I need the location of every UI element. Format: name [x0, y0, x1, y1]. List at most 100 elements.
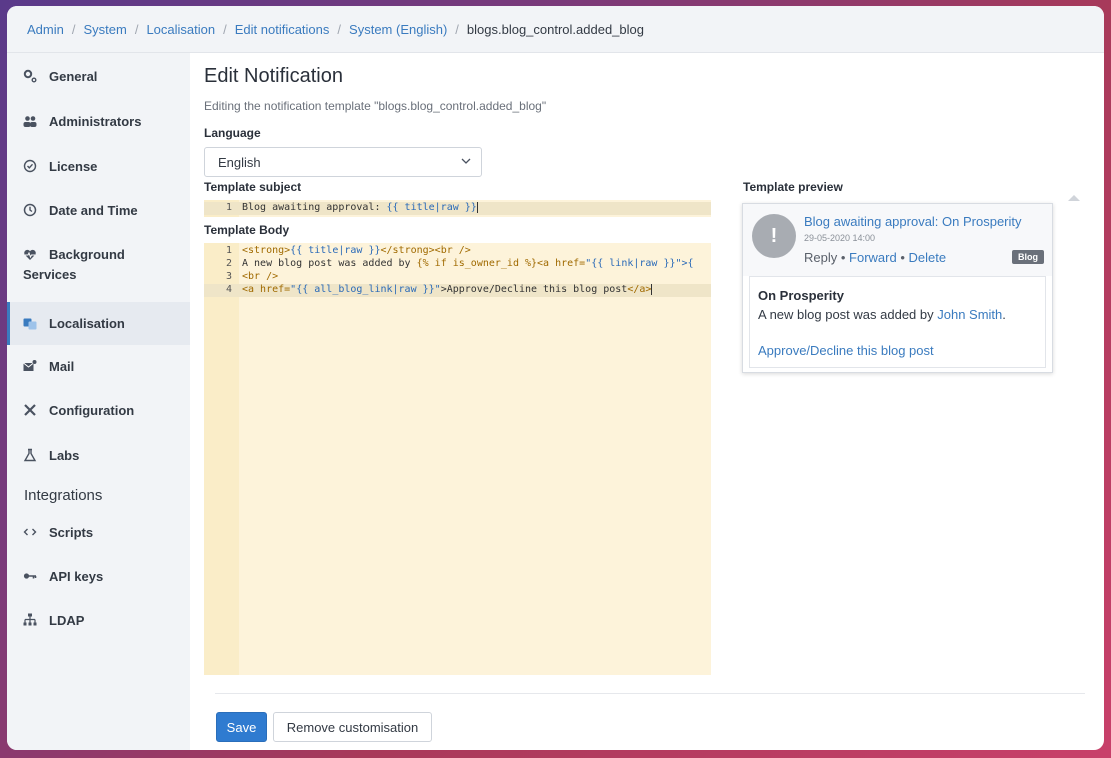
sidebar-item-label-line2: Services [23, 267, 77, 282]
sidebar-item-label: License [49, 159, 98, 174]
sidebar-item-configuration[interactable]: Configuration [7, 403, 190, 425]
users-icon [23, 114, 37, 128]
sidebar-item-ldap[interactable]: LDAP [7, 613, 190, 635]
sidebar-item-license[interactable]: License [7, 159, 190, 181]
sidebar-item-localisation[interactable]: Localisation [7, 302, 190, 345]
code-line: 2 A new blog post was added by {% if is_… [204, 258, 711, 271]
flask-icon [23, 448, 37, 462]
mail-icon [23, 359, 37, 373]
sidebar-item-date-and-time[interactable]: Date and Time [7, 203, 190, 225]
breadcrumb-separator: / [134, 21, 139, 37]
remove-customisation-button[interactable]: Remove customisation [273, 712, 432, 742]
breadcrumb-separator: / [223, 21, 227, 37]
line-number: 4 [225, 284, 232, 295]
preview-delete-link[interactable]: Delete [909, 250, 947, 265]
breadcrumb-edit-notifications[interactable]: Edit notifications [235, 22, 330, 37]
breadcrumb-localisation[interactable]: Localisation [146, 22, 215, 37]
separator-dot: • [896, 250, 909, 265]
language-label: Language [204, 126, 261, 140]
alert-avatar-icon: ! [752, 214, 796, 258]
code-line-text: <br /> [242, 271, 279, 282]
breadcrumb-separator: / [455, 21, 459, 37]
sidebar-item-label: API keys [49, 569, 104, 584]
breadcrumb: Admin / System / Localisation / Edit not… [7, 6, 1104, 53]
template-body-label: Template Body [204, 223, 290, 237]
line-number: 2 [225, 258, 232, 269]
code-line-text: <strong>{{ title|raw }}</strong><br /> [242, 245, 471, 256]
code-line: 3 <br /> [204, 271, 711, 284]
heartbeat-icon [23, 248, 37, 262]
template-preview-label: Template preview [743, 180, 843, 194]
code-line-text: A new blog post was added by {% if is_ow… [242, 258, 694, 269]
tools-icon [23, 403, 37, 417]
preview-title-link[interactable]: Blog awaiting approval: On Prosperity [804, 214, 1022, 229]
chevron-down-icon [461, 158, 471, 164]
sidebar-item-label: Administrators [49, 114, 142, 129]
preview-forward-link[interactable]: Forward [849, 250, 897, 265]
preview-reply[interactable]: Reply [804, 250, 837, 265]
line-number: 1 [225, 245, 232, 256]
sitemap-icon [23, 613, 37, 627]
preview-body: On Prosperity A new blog post was added … [749, 276, 1046, 368]
sidebar-item-label: Mail [49, 359, 75, 374]
preview-actions: Reply • Forward • Delete [804, 250, 946, 265]
code-line-text: Blog awaiting approval: {{ title|raw }} [242, 202, 478, 213]
preview-date: 29-05-2020 14:00 [804, 233, 876, 243]
clock-icon [23, 203, 37, 217]
preview-approve-link[interactable]: Approve/Decline this blog post [758, 343, 934, 358]
sidebar-heading-integrations: Integrations [24, 487, 103, 504]
notification-preview: ! Blog awaiting approval: On Prosperity … [742, 203, 1053, 373]
page-title: Edit Notification [204, 65, 343, 87]
code-icon [23, 525, 37, 539]
sidebar-item-label: Labs [49, 448, 80, 463]
language-select[interactable]: English [204, 147, 482, 177]
line-number: 1 [225, 202, 232, 213]
breadcrumb-system-english[interactable]: System (English) [349, 22, 447, 37]
sidebar: General Administrators License Date and … [7, 53, 190, 750]
code-line: 4 <a href="{{ all_blog_link|raw }}">Appr… [204, 284, 711, 297]
code-line: 1 Blog awaiting approval: {{ title|raw }… [204, 202, 711, 215]
sidebar-item-administrators[interactable]: Administrators [7, 114, 190, 136]
divider [215, 693, 1085, 694]
preview-body-title: On Prosperity [758, 288, 844, 303]
language-icon [23, 317, 37, 331]
line-number: 3 [225, 271, 232, 282]
sidebar-item-label: Localisation [49, 316, 125, 331]
sidebar-item-api-keys[interactable]: API keys [7, 569, 190, 591]
preview-author-link[interactable]: John Smith [937, 307, 1002, 322]
sidebar-item-background-services[interactable]: Background Services [7, 247, 190, 287]
template-subject-editor[interactable]: 1 Blog awaiting approval: {{ title|raw }… [204, 200, 711, 217]
sidebar-item-label: General [49, 69, 98, 84]
sidebar-item-label: Background [49, 247, 125, 262]
preview-header: ! Blog awaiting approval: On Prosperity … [743, 204, 1052, 276]
blog-badge: Blog [1012, 250, 1044, 264]
sidebar-item-label: Date and Time [49, 203, 138, 218]
app-window: Admin / System / Localisation / Edit not… [7, 6, 1104, 750]
breadcrumb-system[interactable]: System [83, 22, 126, 37]
badge-icon [23, 159, 37, 173]
scroll-up-arrow-icon[interactable] [1068, 195, 1080, 201]
breadcrumb-separator: / [337, 21, 342, 37]
main-content: Edit Notification Editing the notificati… [190, 53, 1104, 750]
breadcrumb-separator: / [71, 21, 76, 37]
code-line-text: <a href="{{ all_blog_link|raw }}">Approv… [242, 284, 653, 295]
save-button[interactable]: Save [216, 712, 267, 742]
preview-body-text: A new blog post was added by John Smith. [758, 307, 1006, 322]
sidebar-item-scripts[interactable]: Scripts [7, 525, 190, 547]
breadcrumb-current: blogs.blog_control.added_blog [466, 21, 644, 37]
key-icon [23, 569, 37, 583]
language-select-value: English [218, 154, 261, 170]
sidebar-item-label: LDAP [49, 613, 85, 628]
code-line: 1 <strong>{{ title|raw }}</strong><br /> [204, 245, 711, 258]
page-subtitle: Editing the notification template "blogs… [204, 99, 547, 113]
sidebar-item-mail[interactable]: Mail [7, 359, 190, 381]
gears-icon [23, 69, 37, 83]
sidebar-item-general[interactable]: General [7, 69, 190, 91]
template-body-editor[interactable]: 1 <strong>{{ title|raw }}</strong><br />… [204, 243, 711, 675]
sidebar-item-label: Scripts [49, 525, 94, 540]
breadcrumb-admin[interactable]: Admin [27, 22, 64, 37]
line-gutter [204, 243, 239, 675]
template-subject-label: Template subject [204, 180, 302, 194]
separator-dot: • [837, 250, 850, 265]
sidebar-item-labs[interactable]: Labs [7, 448, 190, 470]
